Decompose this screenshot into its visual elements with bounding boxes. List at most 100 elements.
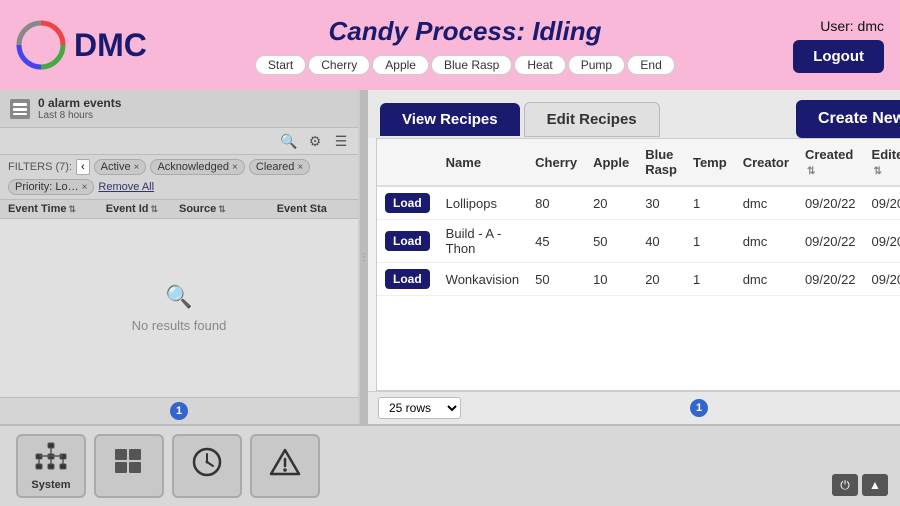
network-icon xyxy=(35,442,67,477)
step-apple: Apple xyxy=(372,55,429,75)
cell-cherry-0: 80 xyxy=(527,186,585,220)
alarm-title: 0 alarm events xyxy=(38,96,121,110)
grid-button[interactable] xyxy=(94,434,164,498)
cell-name-0: Lollipops xyxy=(438,186,527,220)
col-event-id: Event Id ⇅ xyxy=(106,203,179,215)
cell-created-0: 09/20/22 xyxy=(797,186,864,220)
cell-name-1: Build - A - Thon xyxy=(438,220,527,263)
recipe-table-container: Name Cherry Apple Blue Rasp Temp xyxy=(376,138,900,391)
scroll-up-button[interactable]: ▲ xyxy=(862,474,888,496)
col-edited: Edited ⇅ xyxy=(864,139,900,186)
sort-edited-icon: ⇅ xyxy=(874,166,882,177)
col-blue-rasp: Blue Rasp xyxy=(637,139,685,186)
search-icon[interactable]: 🔍 xyxy=(280,132,298,150)
logo-text: DMC xyxy=(74,27,147,64)
cell-blue-rasp-0: 30 xyxy=(637,186,685,220)
filter-tag-acknowledged: Acknowledged × xyxy=(150,159,244,175)
cell-cherry-1: 45 xyxy=(527,220,585,263)
create-new-button[interactable]: Create New xyxy=(796,100,900,138)
tab-edit-recipes[interactable]: Edit Recipes xyxy=(524,102,660,137)
load-button-1[interactable]: Load xyxy=(385,231,430,251)
power-button[interactable]: ⏻ xyxy=(832,474,858,496)
cell-apple-0: 20 xyxy=(585,186,637,220)
filter-remove-active[interactable]: × xyxy=(134,162,140,173)
filters-label: FILTERS (7): xyxy=(8,161,72,173)
table-row: Load Build - A - Thon 45 50 40 1 dmc 09/… xyxy=(377,220,900,263)
warning-icon xyxy=(269,448,301,483)
cell-edited-0: 09/20/22 xyxy=(864,186,900,220)
clock-button[interactable] xyxy=(172,434,242,498)
cell-apple-2: 10 xyxy=(585,263,637,296)
no-results-text: No results found xyxy=(132,318,227,333)
alarm-toolbar: 🔍 ⚙ ☰ xyxy=(0,128,358,155)
main-content: 0 alarm events Last 8 hours 🔍 ⚙ ☰ FILTER… xyxy=(0,90,900,424)
step-start: Start xyxy=(255,55,306,75)
filter-tag-active: Active × xyxy=(94,159,147,175)
clock-icon xyxy=(192,447,222,484)
cell-temp-2: 1 xyxy=(685,263,735,296)
alarm-header: 0 alarm events Last 8 hours xyxy=(0,90,358,128)
warning-button[interactable] xyxy=(250,434,320,498)
cell-name-2: Wonkavision xyxy=(438,263,527,296)
load-button-0[interactable]: Load xyxy=(385,193,430,213)
col-load xyxy=(377,139,438,186)
bottom-right-controls: ⏻ ▲ xyxy=(832,474,888,496)
cell-cherry-2: 50 xyxy=(527,263,585,296)
remove-all-button[interactable]: Remove All xyxy=(98,181,154,193)
col-name: Name xyxy=(438,139,527,186)
col-temp: Temp xyxy=(685,139,735,186)
panel-divider[interactable]: ⋮ xyxy=(360,90,368,424)
col-created: Created ⇅ xyxy=(797,139,864,186)
no-results-area: 🔍 No results found xyxy=(0,219,358,397)
cell-temp-0: 1 xyxy=(685,186,735,220)
recipe-panel: View Recipes Edit Recipes Create New Nam… xyxy=(368,90,900,424)
menu-icon[interactable]: ☰ xyxy=(332,132,350,150)
page-title: Candy Process: Idling xyxy=(328,16,601,47)
col-event-status: Event Sta xyxy=(277,203,350,215)
recipe-tabs: View Recipes Edit Recipes Create New xyxy=(368,90,900,138)
col-apple: Apple xyxy=(585,139,637,186)
cell-temp-1: 1 xyxy=(685,220,735,263)
filter-prev-btn[interactable]: ‹ xyxy=(76,159,90,175)
filter-tag-cleared: Cleared × xyxy=(249,159,310,175)
sort-created-icon: ⇅ xyxy=(807,166,815,177)
header-right: User: dmc Logout xyxy=(754,18,884,73)
logout-button[interactable]: Logout xyxy=(793,40,884,73)
step-pump: Pump xyxy=(568,55,625,75)
rows-per-page-select[interactable]: 25 rows 50 rows 100 rows xyxy=(378,397,461,419)
header-center: Candy Process: Idling Start Cherry Apple… xyxy=(176,16,754,75)
sort-source-icon[interactable]: ⇅ xyxy=(218,204,226,215)
alarm-icon xyxy=(10,99,30,119)
filter-remove-priority[interactable]: × xyxy=(82,182,88,193)
network-button[interactable]: System xyxy=(16,434,86,498)
filter-remove-acknowledged[interactable]: × xyxy=(232,162,238,173)
tab-view-recipes[interactable]: View Recipes xyxy=(380,103,520,136)
filter-icon[interactable]: ⚙ xyxy=(306,132,324,150)
col-creator: Creator xyxy=(735,139,797,186)
recipe-page-badge: 1 xyxy=(690,399,708,417)
filter-bar: FILTERS (7): ‹ Active × Acknowledged × C… xyxy=(0,155,358,200)
load-button-2[interactable]: Load xyxy=(385,269,430,289)
sort-event-time-icon[interactable]: ⇅ xyxy=(69,204,77,215)
recipe-table-header-row: Name Cherry Apple Blue Rasp Temp xyxy=(377,139,900,186)
header: DMC Candy Process: Idling Start Cherry A… xyxy=(0,0,900,90)
cell-apple-1: 50 xyxy=(585,220,637,263)
network-label: System xyxy=(31,479,70,491)
cell-blue-rasp-2: 20 xyxy=(637,263,685,296)
cell-created-2: 09/20/22 xyxy=(797,263,864,296)
logo-area: DMC xyxy=(16,20,176,70)
grid-icon xyxy=(114,448,144,483)
alarm-panel-footer: 1 xyxy=(0,397,358,424)
step-cherry: Cherry xyxy=(308,55,370,75)
cell-creator-1: dmc xyxy=(735,220,797,263)
no-results-search-icon: 🔍 xyxy=(165,284,192,310)
cell-creator-2: dmc xyxy=(735,263,797,296)
dmc-logo-icon xyxy=(16,20,66,70)
cell-created-1: 09/20/22 xyxy=(797,220,864,263)
sort-event-id-icon[interactable]: ⇅ xyxy=(151,204,159,215)
cell-edited-2: 09/20/22 xyxy=(864,263,900,296)
table-row: Load Wonkavision 50 10 20 1 dmc 09/20/22… xyxy=(377,263,900,296)
alarm-table-header: Event Time ⇅ Event Id ⇅ Source ⇅ Event S… xyxy=(0,200,358,219)
filter-tag-priority: Priority: Lo… × xyxy=(8,179,94,195)
filter-remove-cleared[interactable]: × xyxy=(297,162,303,173)
